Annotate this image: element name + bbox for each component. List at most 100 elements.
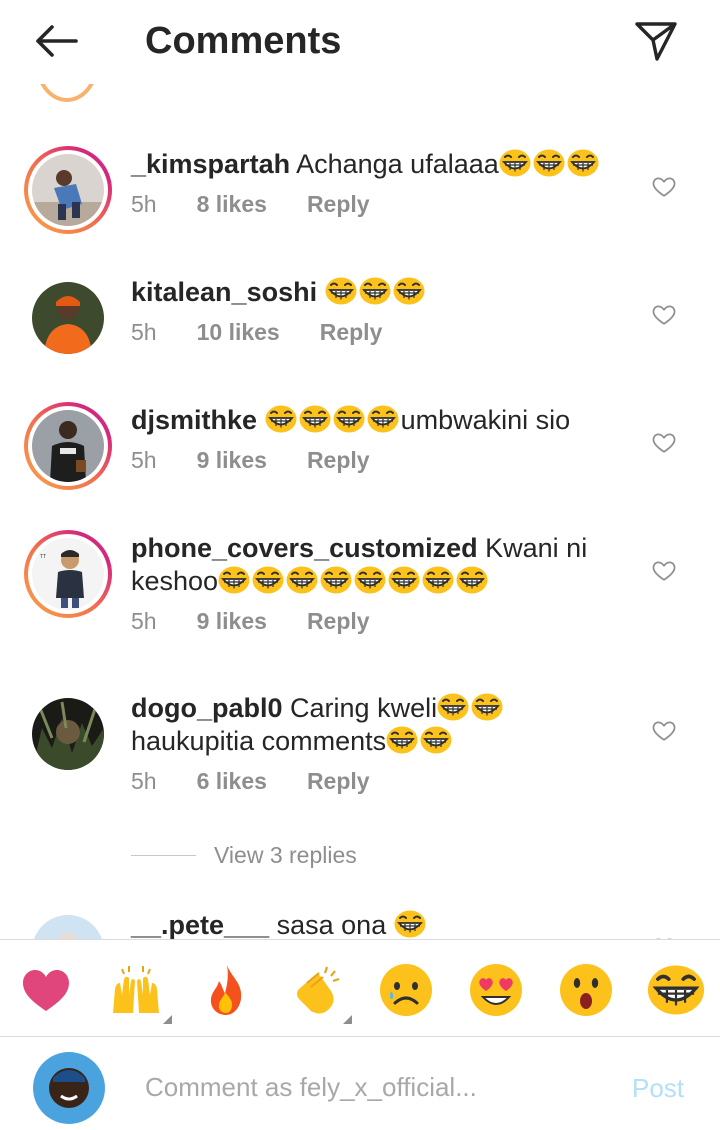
replies-divider-line	[131, 854, 196, 856]
comment-input[interactable]	[145, 1067, 565, 1107]
reply-button[interactable]: Reply	[307, 606, 370, 636]
current-user-avatar	[33, 1052, 105, 1124]
grinning-squinting-emoji-icon	[354, 566, 386, 594]
share-button[interactable]	[630, 18, 682, 64]
comment-username[interactable]: __.pete___	[131, 910, 269, 940]
grinning-squinting-emoji-icon	[567, 149, 599, 177]
crying-face-icon	[380, 964, 432, 1016]
heart-eyes-icon	[470, 964, 522, 1016]
reply-button[interactable]: Reply	[307, 189, 370, 219]
emoji-clapping-hands-button[interactable]	[284, 958, 352, 1024]
grinning-squinting-emoji-icon	[471, 693, 503, 721]
like-heart-icon[interactable]	[651, 717, 677, 743]
like-heart-icon[interactable]	[651, 301, 677, 327]
comment-username[interactable]: kitalean_soshi	[131, 277, 317, 307]
comment-time: 5h	[131, 608, 157, 634]
post-button[interactable]: Post	[632, 1073, 684, 1104]
fire-icon	[210, 965, 242, 1015]
emoji-quick-bar	[0, 939, 720, 1037]
avatar[interactable]	[24, 274, 112, 362]
back-button[interactable]	[30, 18, 82, 64]
avatar[interactable]	[24, 146, 112, 234]
comment-likes[interactable]: 8 likes	[197, 189, 267, 219]
avatar[interactable]: TT	[24, 530, 112, 618]
comment-text: Caring kweli	[290, 693, 438, 723]
avatar[interactable]	[24, 690, 112, 778]
comment-likes[interactable]: 9 likes	[197, 445, 267, 475]
comment-username[interactable]: phone_covers_customized	[131, 533, 478, 563]
user-photo-icon	[32, 698, 104, 770]
emoji-astonished-button[interactable]	[554, 958, 618, 1022]
emoji-raising-hands-button[interactable]	[104, 958, 172, 1024]
grinning-squinting-emoji-icon	[456, 566, 488, 594]
clapping-hands-icon	[297, 966, 340, 1014]
grinning-squinting-emoji-icon	[299, 405, 331, 433]
comment-text: umbwakini sio	[400, 405, 571, 435]
user-photo-icon	[32, 410, 104, 482]
grinning-squinting-emoji-icon	[333, 405, 365, 433]
grinning-squinting-emoji-icon	[325, 277, 357, 305]
comment-time: 5h	[131, 319, 157, 345]
top-app-bar: Comments	[0, 0, 720, 84]
grinning-squinting-emoji-icon	[420, 726, 452, 754]
user-photo-icon	[32, 915, 104, 940]
comment-likes[interactable]: 10 likes	[197, 317, 280, 347]
comment-time: 5h	[131, 447, 157, 473]
comment-text-line2: keshoo	[131, 566, 219, 596]
emoji-fire-button[interactable]	[194, 958, 258, 1022]
comment-time: 5h	[131, 768, 157, 794]
comment-username[interactable]: dogo_pabl0	[131, 693, 283, 723]
user-photo-icon: TT	[32, 538, 104, 610]
comment-text: sasa ona	[276, 910, 387, 940]
avatar[interactable]	[24, 402, 112, 490]
comment-username[interactable]: djsmithke	[131, 405, 257, 435]
grinning-squinting-emoji-icon	[286, 566, 318, 594]
like-heart-icon[interactable]	[651, 429, 677, 455]
avatar[interactable]	[24, 907, 112, 940]
like-heart-icon[interactable]	[651, 557, 677, 583]
grinning-squinting-face-icon	[647, 961, 705, 1019]
emoji-grinning-squinting-button[interactable]	[644, 958, 708, 1022]
comment-text: Achanga ufalaaa	[296, 149, 499, 179]
user-photo-icon	[33, 1052, 105, 1124]
view-replies-button[interactable]: View 3 replies	[131, 840, 357, 870]
comment-composer: Post	[0, 1037, 720, 1130]
comment-text-line2: haukupitia comments	[131, 726, 387, 756]
emoji-heart-eyes-button[interactable]	[464, 958, 528, 1022]
reply-button[interactable]: Reply	[307, 766, 370, 796]
red-heart-icon	[23, 970, 69, 1011]
user-photo-icon	[32, 154, 104, 226]
astonished-face-icon	[560, 964, 612, 1016]
comment-username[interactable]: _kimspartah	[131, 149, 290, 179]
grinning-squinting-emoji-icon	[388, 566, 420, 594]
grinning-squinting-emoji-icon	[422, 566, 454, 594]
grinning-squinting-emoji-icon	[252, 566, 284, 594]
grinning-squinting-emoji-icon	[359, 277, 391, 305]
grinning-squinting-emoji-icon	[437, 693, 469, 721]
view-replies-label: View 3 replies	[214, 841, 357, 868]
grinning-squinting-emoji-icon	[218, 566, 250, 594]
grinning-squinting-emoji-icon	[394, 910, 426, 938]
variant-corner-indicator	[343, 1015, 352, 1024]
grinning-squinting-emoji-icon	[499, 149, 531, 177]
comment-likes[interactable]: 9 likes	[197, 606, 267, 636]
svg-text:TT: TT	[40, 554, 46, 560]
comment-likes[interactable]: 6 likes	[197, 766, 267, 796]
comment-text: Kwani ni	[485, 533, 588, 563]
reply-button[interactable]: Reply	[320, 317, 383, 347]
raising-hands-icon	[113, 966, 159, 1013]
grinning-squinting-emoji-icon	[393, 277, 425, 305]
emoji-red-heart-button[interactable]	[14, 958, 78, 1022]
comments-list[interactable]: _kimspartah Achanga ufalaaa 5h 8 likes R…	[0, 0, 720, 940]
grinning-squinting-emoji-icon	[320, 566, 352, 594]
emoji-crying-face-button[interactable]	[374, 958, 438, 1022]
grinning-squinting-emoji-icon	[367, 405, 399, 433]
user-photo-icon	[32, 282, 104, 354]
grinning-squinting-emoji-icon	[265, 405, 297, 433]
grinning-squinting-emoji-icon	[533, 149, 565, 177]
like-heart-icon[interactable]	[651, 173, 677, 199]
send-paper-plane-icon	[635, 22, 677, 61]
comment-time: 5h	[131, 191, 157, 217]
page-title: Comments	[145, 20, 342, 62]
reply-button[interactable]: Reply	[307, 445, 370, 475]
